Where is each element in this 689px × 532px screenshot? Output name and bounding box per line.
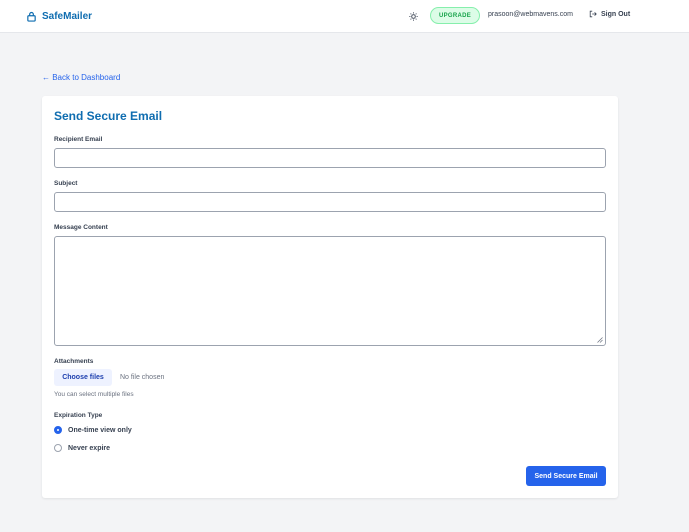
message-content-label: Message Content <box>54 224 108 231</box>
radio-button[interactable] <box>54 444 62 452</box>
recipient-email-label: Recipient Email <box>54 136 103 143</box>
resize-handle-icon[interactable] <box>597 337 603 343</box>
top-bar: SafeMailer UPGRADE prasoon@webmavens.com… <box>0 0 689 33</box>
sign-out-button[interactable]: Sign Out <box>589 10 630 18</box>
lock-icon <box>27 11 36 22</box>
expiration-option-label: One-time view only <box>68 426 132 434</box>
choose-files-button[interactable]: Choose files <box>54 369 112 386</box>
expiration-type-label: Expiration Type <box>54 412 103 419</box>
attachments-label: Attachments <box>54 358 94 365</box>
expiration-option-never[interactable]: Never expire <box>54 444 110 452</box>
user-email: prasoon@webmavens.com <box>488 11 573 18</box>
expiration-option-one-time[interactable]: One-time view only <box>54 426 132 434</box>
subject-input[interactable] <box>54 192 606 212</box>
sign-out-icon <box>589 10 597 18</box>
expiration-option-label: Never expire <box>68 444 111 452</box>
brand-logo[interactable]: SafeMailer <box>26 9 92 23</box>
file-status-text: No file chosen <box>120 374 165 381</box>
brand-name: SafeMailer <box>42 10 93 22</box>
sun-icon <box>408 11 418 21</box>
message-content-textarea[interactable] <box>54 236 606 346</box>
attachments-hint: You can select multiple files <box>54 391 134 398</box>
recipient-email-input[interactable] <box>54 148 606 168</box>
send-secure-email-button[interactable]: Send Secure Email <box>526 466 606 486</box>
send-email-card: Send Secure Email Recipient Email Subjec… <box>42 96 618 498</box>
theme-toggle-button[interactable] <box>407 10 419 22</box>
sign-out-label: Sign Out <box>601 10 631 18</box>
subject-label: Subject <box>54 180 78 187</box>
upgrade-button[interactable]: UPGRADE <box>430 7 480 24</box>
page-title: Send Secure Email <box>54 109 163 123</box>
back-to-dashboard-link[interactable]: ← Back to Dashboard <box>42 73 120 82</box>
radio-button-selected[interactable] <box>54 426 62 434</box>
